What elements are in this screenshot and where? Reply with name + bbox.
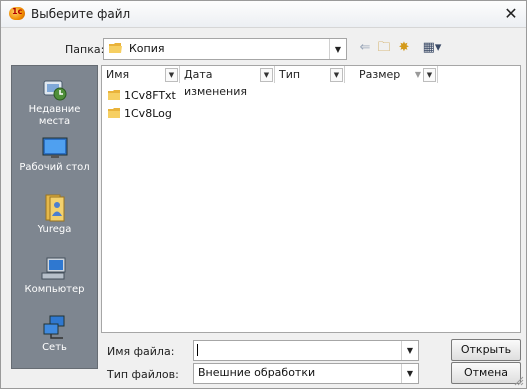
- resize-grip-icon[interactable]: [514, 376, 524, 386]
- cancel-button[interactable]: Отмена: [451, 362, 521, 384]
- column-filter-dropdown-icon[interactable]: ▼: [423, 68, 436, 82]
- window-title: Выберите файл: [31, 7, 131, 21]
- user-folder-icon: [45, 194, 64, 222]
- folder-icon: [109, 43, 122, 53]
- folder-icon: [108, 108, 120, 118]
- up-folder-button[interactable]: 🗀: [376, 39, 392, 57]
- desktop-icon: [42, 137, 67, 158]
- lookin-label: Папка:: [65, 43, 105, 56]
- place-computer-label: Компьютер: [24, 284, 85, 295]
- open-button[interactable]: Открыть: [451, 339, 521, 361]
- filetype-select[interactable]: Внешние обработки ▼: [193, 363, 419, 384]
- place-desktop[interactable]: Рабочий стол: [12, 136, 97, 174]
- column-header-modified[interactable]: Дата изменения ▼: [180, 66, 275, 98]
- lookin-combobox[interactable]: Копия ▼: [103, 38, 347, 60]
- text-caret: [197, 344, 198, 356]
- lookin-value: Копия: [129, 42, 165, 55]
- column-header-size-text: Размер: [359, 68, 401, 81]
- views-menu-button[interactable]: ▦▾: [418, 39, 446, 57]
- computer-icon: [41, 257, 65, 280]
- places-bar: Недавние места Рабочий стол Yurega Компь…: [11, 65, 98, 369]
- folder-icon: [108, 90, 120, 100]
- list-item-name: 1Cv8FTxt: [124, 89, 176, 102]
- place-user[interactable]: Yurega: [12, 192, 97, 236]
- column-filter-dropdown-icon[interactable]: ▼: [165, 68, 178, 82]
- place-desktop-label: Рабочий стол: [19, 162, 90, 173]
- place-network[interactable]: Сеть: [12, 314, 97, 354]
- app-1c-icon: [9, 7, 25, 20]
- sort-arrow-icon: ▼: [414, 70, 421, 79]
- place-user-label: Yurega: [37, 224, 72, 235]
- filetype-label: Тип файлов:: [107, 368, 179, 381]
- file-dialog-window: Выберите файл ✕ Папка: Копия ▼ ⇐ 🗀 ✸ ▦▾ …: [0, 0, 527, 389]
- column-header-type-text: Тип: [279, 68, 301, 81]
- place-recent-label-text: Недавние места: [28, 104, 81, 127]
- file-list[interactable]: Имя ▼ Дата изменения ▼ Тип ▼ Размер ▼ ▼ …: [101, 65, 521, 333]
- column-header-name-text: Имя: [106, 68, 130, 81]
- lookin-dropdown-arrow-icon[interactable]: ▼: [329, 39, 346, 59]
- filename-label: Имя файла:: [107, 345, 175, 358]
- network-icon: [43, 315, 64, 339]
- place-recent-label: Недавние места: [12, 104, 97, 128]
- column-filter-dropdown-icon[interactable]: ▼: [330, 68, 343, 82]
- place-network-label: Сеть: [42, 342, 67, 353]
- list-item-name: 1Cv8Log: [124, 107, 172, 120]
- recent-places-icon: [43, 80, 66, 101]
- filename-input[interactable]: ▼: [193, 340, 419, 361]
- filetype-value: Внешние обработки: [198, 366, 316, 379]
- place-computer[interactable]: Компьютер: [12, 256, 97, 296]
- column-header-type[interactable]: Тип ▼: [275, 66, 345, 83]
- title-bar[interactable]: Выберите файл ✕: [1, 1, 526, 28]
- column-header-size[interactable]: Размер ▼ ▼: [345, 66, 438, 83]
- column-header-name[interactable]: Имя ▼: [102, 66, 180, 83]
- place-recent[interactable]: Недавние места: [12, 76, 97, 128]
- back-button[interactable]: ⇐: [357, 39, 373, 57]
- column-filter-dropdown-icon[interactable]: ▼: [260, 68, 273, 82]
- close-button[interactable]: ✕: [502, 6, 520, 22]
- filetype-dropdown-arrow-icon[interactable]: ▼: [401, 364, 418, 383]
- filename-dropdown-arrow-icon[interactable]: ▼: [401, 341, 418, 360]
- new-folder-button[interactable]: ✸: [396, 39, 412, 57]
